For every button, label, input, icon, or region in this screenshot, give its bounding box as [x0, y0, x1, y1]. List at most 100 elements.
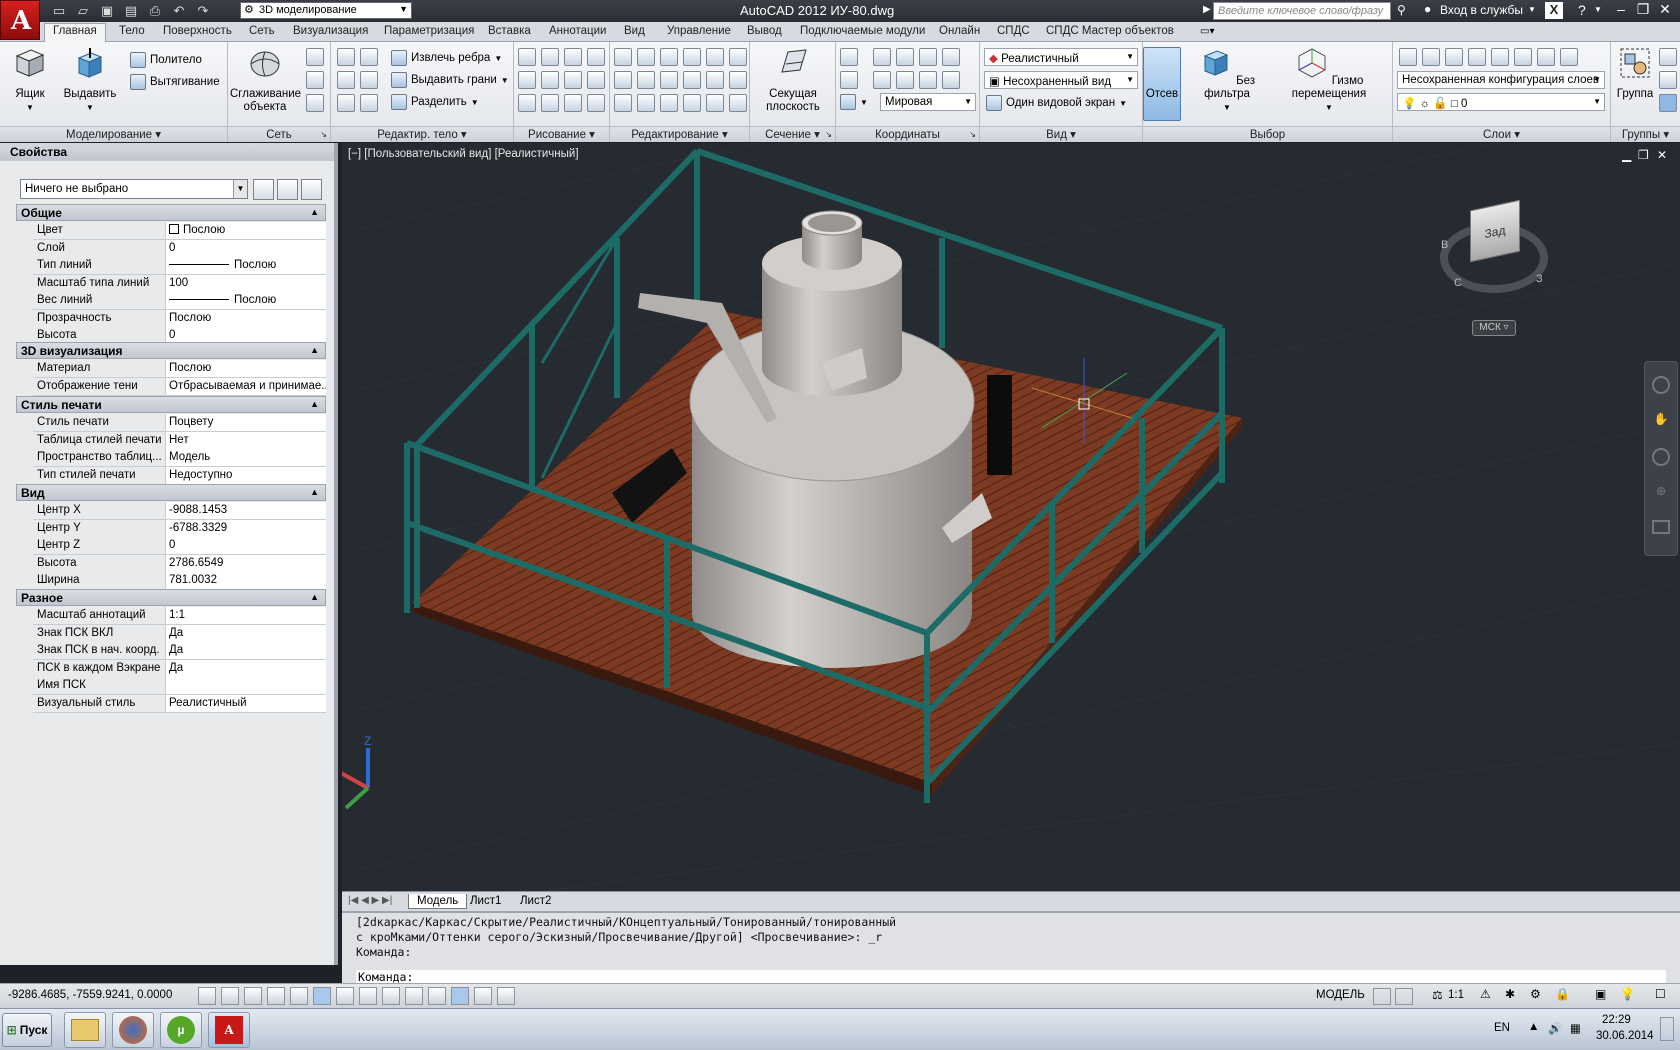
- tab-view[interactable]: Вид: [624, 25, 645, 37]
- presspull-button[interactable]: Вытягивание: [130, 74, 220, 90]
- visual-style-select[interactable]: ◆ Реалистичный ▼: [984, 48, 1138, 66]
- rotate-icon[interactable]: [637, 71, 655, 89]
- slice-icon[interactable]: [360, 48, 378, 66]
- annotation-visibility-icon[interactable]: ⚠: [1480, 987, 1491, 1001]
- new-file-icon[interactable]: ▭: [50, 2, 68, 20]
- panel-title-layers[interactable]: Слои ▾: [1393, 126, 1610, 142]
- tab-layout1[interactable]: Лист1: [462, 894, 509, 908]
- section-general[interactable]: Общие ▲: [16, 204, 326, 221]
- scale-icon[interactable]: [729, 71, 747, 89]
- close-icon[interactable]: ✕: [1654, 1, 1676, 20]
- isolate-objects-icon[interactable]: 💡: [1620, 987, 1635, 1001]
- align-icon[interactable]: [706, 48, 724, 66]
- property-row[interactable]: Ширина 781.0032: [33, 572, 326, 590]
- vp-restore-icon[interactable]: ❐: [1638, 148, 1649, 162]
- ucs-3point-icon[interactable]: [919, 71, 937, 89]
- save-as-icon[interactable]: ▤: [122, 2, 140, 20]
- interfere-icon[interactable]: [360, 71, 378, 89]
- property-row[interactable]: Масштаб аннотаций 1:1: [33, 607, 326, 625]
- helix-icon[interactable]: [587, 71, 605, 89]
- panel-title-mesh[interactable]: Сеть ↘: [228, 126, 330, 142]
- quick-view-drawings-icon[interactable]: [1395, 988, 1413, 1005]
- tab-online[interactable]: Онлайн: [939, 25, 980, 37]
- ellipse-icon[interactable]: [564, 94, 582, 112]
- property-value[interactable]: -9088.1453: [165, 502, 326, 520]
- property-value[interactable]: Послою: [165, 222, 326, 240]
- model-space-toggle[interactable]: МОДЕЛЬ: [1316, 989, 1365, 1001]
- quick-view-layouts-icon[interactable]: [1373, 988, 1391, 1005]
- ucs-named-button[interactable]: ▼: [840, 94, 868, 110]
- property-row[interactable]: Тип линий Послою: [33, 257, 326, 275]
- tab-surface[interactable]: Поверхность: [163, 25, 232, 37]
- grid-icon[interactable]: [706, 94, 724, 112]
- ungroup-icon[interactable]: [1659, 48, 1677, 66]
- workspace-select[interactable]: ⚙ 3D моделирование ▼: [240, 2, 412, 19]
- chamfer-icon[interactable]: [706, 71, 724, 89]
- curve-icon[interactable]: [518, 71, 536, 89]
- panel-title-groups[interactable]: Группы ▾: [1611, 126, 1680, 142]
- exchange-icon[interactable]: X: [1545, 2, 1563, 19]
- layer-freeze-icon[interactable]: [1491, 48, 1509, 66]
- panel-title-view[interactable]: Вид ▾: [980, 126, 1142, 142]
- network-icon[interactable]: ▦: [1570, 1021, 1581, 1035]
- chevron-down-icon[interactable]: ▼: [1528, 5, 1536, 14]
- ribbon-toggle-icon[interactable]: ▭▾: [1200, 26, 1214, 37]
- property-value[interactable]: Да: [165, 642, 326, 660]
- tab-spds[interactable]: СПДС: [997, 25, 1030, 37]
- annotation-scale[interactable]: 1:1: [1448, 989, 1464, 1001]
- property-row[interactable]: Отображение тени Отбрасываемая и принимае…: [33, 377, 326, 396]
- fillet-icon[interactable]: [683, 71, 701, 89]
- layer-off-icon[interactable]: [1445, 48, 1463, 66]
- property-row[interactable]: Вес линий Послою: [33, 292, 326, 310]
- culling-button[interactable]: Отсев: [1143, 47, 1181, 121]
- tray-arrow-icon[interactable]: ▲: [1528, 1021, 1539, 1033]
- panel-title-solid-edit[interactable]: Редактир. тело ▾: [331, 126, 513, 142]
- toggle-pickadd-button[interactable]: [253, 179, 274, 200]
- move-gizmo-button[interactable]: Гизмо перемещения ▼: [1273, 46, 1385, 114]
- tab-plugins[interactable]: Подключаемые модули: [800, 25, 925, 37]
- panel-title-modeling[interactable]: Моделирование ▾: [0, 126, 227, 142]
- ucs-icon[interactable]: [840, 48, 858, 66]
- trim-icon[interactable]: [614, 48, 632, 66]
- property-row[interactable]: Центр Y -6788.3329: [33, 519, 326, 538]
- navigation-bar[interactable]: ✋ ⊕: [1644, 361, 1678, 556]
- stretch-icon[interactable]: [660, 94, 678, 112]
- coordinate-readout[interactable]: -9286.4685, -7559.9241, 0.0000: [8, 989, 172, 1001]
- selection-select[interactable]: Ничего не выбрано ▼: [20, 179, 248, 199]
- orbit-icon[interactable]: ⊕: [1652, 484, 1670, 502]
- clock-time[interactable]: 22:29: [1602, 1014, 1631, 1026]
- panel-title-modify[interactable]: Редактирование ▾: [610, 126, 749, 142]
- 3dosnap-icon[interactable]: [336, 987, 354, 1005]
- tab-home[interactable]: Главная: [44, 23, 106, 42]
- tab-layout2[interactable]: Лист2: [512, 894, 559, 908]
- ucs-y-icon[interactable]: [919, 48, 937, 66]
- ucs-menu[interactable]: МСК ▿: [1472, 320, 1516, 336]
- thicken-icon[interactable]: [360, 94, 378, 112]
- transparency-icon[interactable]: [451, 987, 469, 1005]
- drawing-viewport[interactable]: Z [−] [Пользовательский вид] [Реалистичн…: [342, 143, 1680, 891]
- circle-icon[interactable]: [564, 71, 582, 89]
- property-value[interactable]: 0: [165, 537, 326, 555]
- group-button[interactable]: Группа: [1613, 46, 1657, 101]
- line2-icon[interactable]: [541, 71, 559, 89]
- lock-ui-icon[interactable]: 🔒: [1555, 987, 1570, 1001]
- layer-unisolate-icon[interactable]: [1560, 48, 1578, 66]
- layer-lock-icon[interactable]: [1514, 48, 1532, 66]
- layer-match-icon[interactable]: [1537, 48, 1555, 66]
- copy-icon[interactable]: [614, 71, 632, 89]
- print-icon[interactable]: ⎙: [146, 2, 164, 20]
- property-row[interactable]: Знак ПСК в нач. коорд. Да: [33, 642, 326, 660]
- property-row[interactable]: Знак ПСК ВКЛ Да: [33, 624, 326, 643]
- layer-state-select[interactable]: Несохраненная конфигурация слоев ▼: [1397, 71, 1605, 89]
- ucs-world-select[interactable]: Мировая ▼: [880, 93, 976, 111]
- otrack-icon[interactable]: [359, 987, 377, 1005]
- language-indicator[interactable]: EN: [1494, 1022, 1510, 1034]
- property-value[interactable]: 781.0032: [165, 572, 326, 590]
- mesh-refine-icon[interactable]: [306, 71, 324, 89]
- tab-output[interactable]: Вывод: [747, 25, 782, 37]
- vp-minimize-icon[interactable]: ▁: [1622, 148, 1631, 162]
- hatch-icon[interactable]: [587, 94, 605, 112]
- undo-icon[interactable]: ↶: [170, 2, 188, 20]
- polar-icon[interactable]: [290, 987, 308, 1005]
- taskbar-firefox[interactable]: [112, 1012, 154, 1048]
